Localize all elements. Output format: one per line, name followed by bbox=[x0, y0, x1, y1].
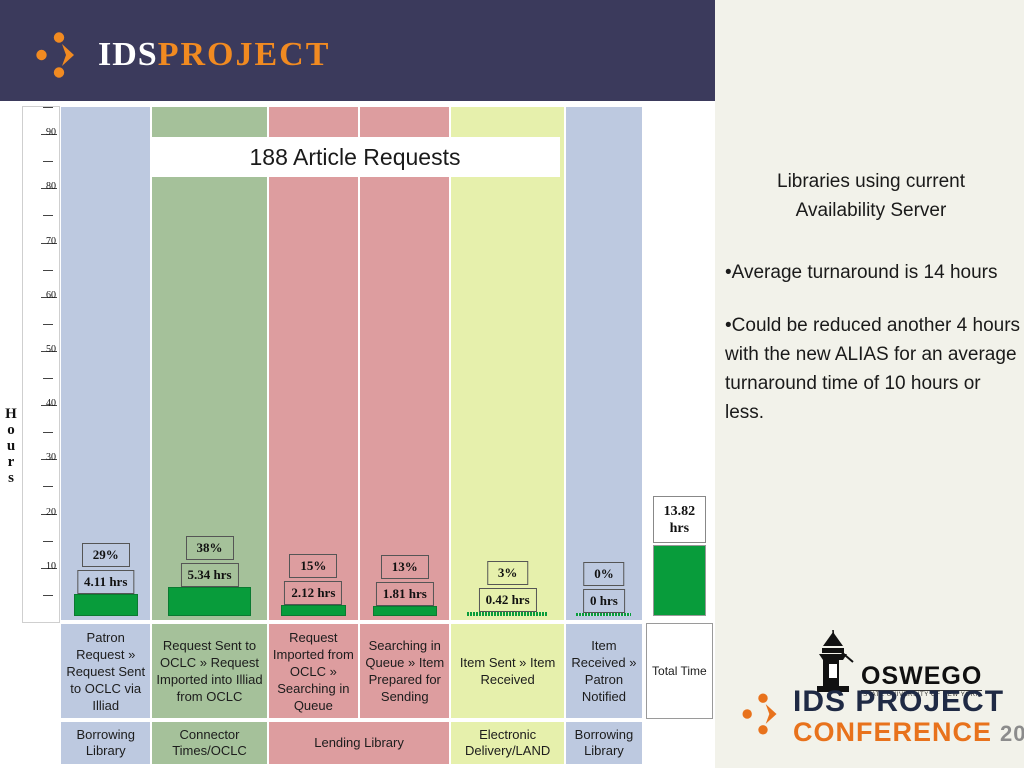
stage-label-cell[interactable]: Item Received » Patron Notified bbox=[564, 623, 644, 719]
conference-ids-project-text: IDS PROJECT bbox=[793, 685, 1005, 718]
chart-banner: 188 Article Requests bbox=[150, 137, 560, 177]
chart-bar bbox=[73, 593, 138, 616]
bullet-text: Average turnaround is 14 hours bbox=[731, 262, 998, 283]
total-time-number: 13.82 bbox=[663, 503, 696, 519]
y-axis-minor-tick bbox=[43, 432, 53, 434]
bar-hours-label: 2.12 hrs bbox=[284, 580, 343, 605]
bar-hours-label: 5.34 hrs bbox=[180, 563, 239, 588]
y-axis-tick-label: 80 bbox=[46, 181, 56, 193]
bar-hours-label: 0 hrs bbox=[583, 589, 625, 613]
ids-project-wordmark: IDS PROJECT bbox=[98, 36, 330, 74]
right-panel-bullets: •Average turnaround is 14 hours •Could be… bbox=[725, 258, 1021, 451]
y-axis-tick-label: 40 bbox=[46, 398, 56, 410]
y-axis-minor-tick bbox=[43, 594, 53, 596]
chart-banner-text: 188 Article Requests bbox=[249, 143, 461, 170]
chart-panel: H o u r s 10 20 30 40 50 60 70 80 90 4.11 hrs 29%… bbox=[0, 101, 715, 768]
ids-project-logo: IDS PROJECT bbox=[28, 24, 330, 86]
bullet-marker: • bbox=[725, 262, 732, 283]
y-axis-tick-label: 30 bbox=[46, 452, 56, 464]
chart-column[interactable]: 5.34 hrs 38% bbox=[151, 106, 268, 621]
bullet-text: Could be reduced another 4 hours with th… bbox=[725, 315, 1021, 423]
conference-line2: CONFERENCE 2008 bbox=[793, 718, 1024, 746]
y-axis-tick-label: 10 bbox=[46, 560, 56, 572]
y-axis-title-letter: H bbox=[5, 406, 17, 422]
plot-area: 4.11 hrs 29% 5.34 hrs 38% 2.12 hrs 15% 1.81 hr… bbox=[60, 106, 713, 621]
chart-bar bbox=[467, 612, 549, 616]
stage-label-cell[interactable]: Item Sent » Item Received bbox=[450, 623, 565, 719]
y-axis-title: H o u r s bbox=[2, 406, 20, 486]
y-axis-title-letter: s bbox=[8, 470, 14, 486]
slide-header: IDS PROJECT bbox=[0, 0, 715, 101]
bar-percent-label: 3% bbox=[486, 561, 529, 585]
logo-project-text: PROJECT bbox=[157, 36, 331, 73]
bar-percent-label: 15% bbox=[289, 553, 338, 578]
chart-bar bbox=[281, 604, 346, 616]
stage-label-cell[interactable]: Request Imported from OCLC » Searching i… bbox=[267, 623, 360, 719]
logo-ids-text: IDS bbox=[98, 36, 158, 73]
total-time-column[interactable]: 13.82 hrs bbox=[645, 106, 713, 621]
y-axis-tick-label: 50 bbox=[46, 343, 56, 355]
conference-word: CONFERENCE bbox=[793, 717, 993, 747]
conference-logo: OSWEGO STATE UNIVERSITY OF NEW YORK IDS … bbox=[731, 612, 1024, 762]
y-axis-tick-label: 20 bbox=[46, 506, 56, 518]
group-label-cell[interactable]: Lending Library bbox=[267, 721, 451, 765]
right-panel-heading: Libraries using current Availability Ser… bbox=[777, 171, 965, 221]
group-label-cell[interactable]: Borrowing Library bbox=[60, 721, 152, 765]
bar-percent-label: 38% bbox=[185, 536, 234, 561]
y-axis-title-letter: u bbox=[6, 438, 16, 454]
chart-bar bbox=[168, 587, 251, 616]
chart-column[interactable]: 0.42 hrs 3% bbox=[450, 106, 565, 621]
y-axis-tick-label: 90 bbox=[46, 127, 56, 139]
chart-column[interactable]: 1.81 hrs 13% bbox=[359, 106, 451, 621]
total-time-bar bbox=[652, 545, 706, 616]
y-axis-minor-tick bbox=[43, 215, 53, 217]
right-panel-bullet: •Could be reduced another 4 hours with t… bbox=[725, 311, 1021, 427]
y-axis-minor-tick bbox=[43, 269, 53, 271]
y-axis-minor-tick bbox=[43, 323, 53, 325]
group-label-cell[interactable]: Borrowing Library bbox=[564, 721, 644, 765]
bar-percent-label: 13% bbox=[380, 555, 429, 580]
chart-column[interactable]: 0 hrs 0% bbox=[564, 106, 644, 621]
right-panel-bullet: •Average turnaround is 14 hours bbox=[725, 258, 1021, 287]
y-axis-minor-tick bbox=[43, 486, 53, 488]
chart-bar bbox=[372, 606, 437, 616]
stage-label-cell[interactable]: Request Sent to OCLC » Request Imported … bbox=[151, 623, 268, 719]
chart-bar bbox=[576, 613, 632, 616]
bar-hours-label: 1.81 hrs bbox=[375, 582, 434, 607]
y-axis-title-letter: r bbox=[7, 454, 15, 470]
y-axis-tick-label: 60 bbox=[46, 289, 56, 301]
group-label-cell[interactable]: Electronic Delivery/LAND bbox=[450, 721, 565, 765]
y-axis-minor-tick bbox=[43, 161, 53, 163]
y-axis-tick-label: 70 bbox=[46, 235, 56, 247]
bar-percent-label: 0% bbox=[583, 562, 625, 586]
conference-year: 2008 bbox=[1000, 721, 1024, 746]
group-label-cell[interactable]: Connector Times/OCLC bbox=[151, 721, 268, 765]
total-time-label-cell[interactable]: Total Time bbox=[645, 623, 713, 719]
stage-label-row: Patron Request » Request Sent to OCLC vi… bbox=[60, 623, 713, 719]
bar-hours-label: 4.11 hrs bbox=[77, 569, 135, 594]
group-label-row: Borrowing Library Connector Times/OCLC Len… bbox=[60, 721, 713, 765]
y-axis-minor-tick bbox=[43, 107, 53, 108]
bullet-marker: • bbox=[725, 315, 732, 336]
right-text-panel: Libraries using current Availability Ser… bbox=[715, 0, 1024, 768]
y-axis-minor-tick bbox=[43, 540, 53, 542]
stage-label-cell[interactable]: Patron Request » Request Sent to OCLC vi… bbox=[60, 623, 152, 719]
y-axis-minor-tick bbox=[43, 378, 53, 380]
y-axis-title-letter: o bbox=[7, 422, 15, 438]
total-time-unit: hrs bbox=[669, 520, 690, 536]
total-time-value: 13.82 hrs bbox=[652, 496, 706, 543]
ids-circles-logo bbox=[28, 24, 90, 86]
stage-label-cell[interactable]: Searching in Queue » Item Prepared for S… bbox=[359, 623, 451, 719]
bar-hours-label: 0.42 hrs bbox=[478, 588, 537, 612]
y-axis: 10 20 30 40 50 60 70 80 90 bbox=[22, 106, 60, 623]
chart-column[interactable]: 4.11 hrs 29% bbox=[60, 106, 152, 621]
chart-column[interactable]: 2.12 hrs 15% bbox=[267, 106, 360, 621]
ids-circles-logo bbox=[735, 686, 791, 746]
bar-percent-label: 29% bbox=[81, 542, 130, 567]
